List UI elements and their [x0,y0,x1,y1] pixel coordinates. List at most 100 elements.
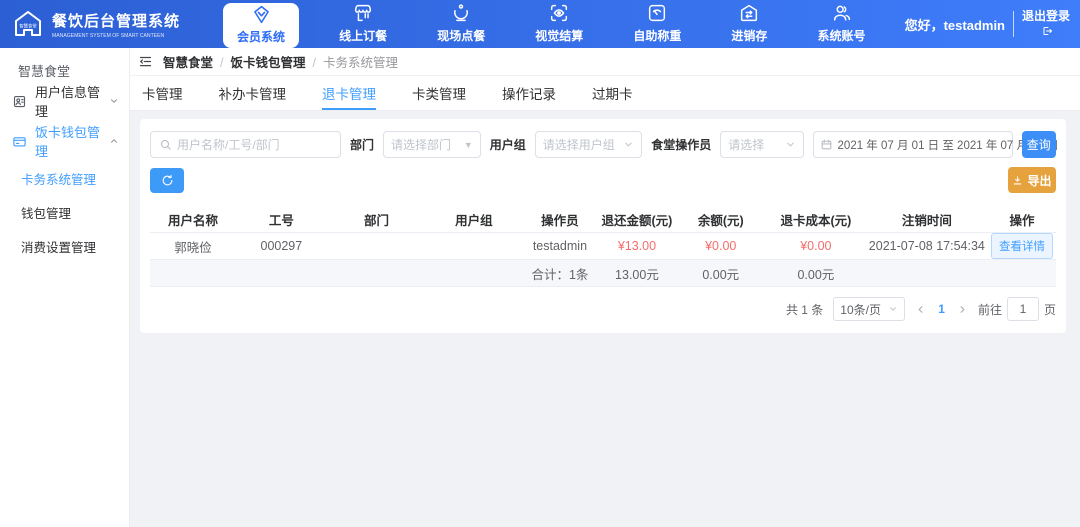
tab-expired-card[interactable]: 过期卡 [592,76,633,110]
sidebar-section-title: 智慧食堂 [0,48,129,81]
app-logo: 智慧食堂 餐饮后台管理系统 MANAGEMENT SYSTEM OF SMART… [0,8,208,40]
nav-item-member[interactable]: 会员系统 [223,3,299,48]
content-card: 部门 请选择部门 ▼ 用户组 请选择用户组 食堂操作员 请选择 [140,119,1066,333]
goto-page: 前往 页 [978,297,1056,321]
sidebar: 智慧食堂 用户信息管理 饭卡钱包管理 卡务系 [0,48,130,527]
nav-item-onsite-order[interactable]: 现场点餐 [427,0,495,48]
cell-operator: testadmin [521,239,598,253]
breadcrumb-item[interactable]: 饭卡钱包管理 [213,52,306,71]
goto-page-input[interactable] [1007,297,1039,321]
col-header: 注销时间 [866,210,988,229]
wallet-card-icon [12,134,27,149]
canteen-logo-icon: 智慧食堂 [12,8,44,40]
filter-row: 部门 请选择部门 ▼ 用户组 请选择用户组 食堂操作员 请选择 [150,131,1056,158]
main-area: 智慧食堂 饭卡钱包管理 卡务系统管理 卡管理 补办卡管理 退卡管理 卡类管理 操… [130,48,1080,527]
summary-cost: 0.00元 [766,264,866,283]
col-header: 退还金额(元) [598,210,675,229]
search-icon [159,138,172,151]
search-input[interactable] [177,138,332,152]
group-select[interactable]: 请选择用户组 [535,131,642,158]
sidebar-sub-label: 钱包管理 [21,203,71,222]
gem-icon [251,5,272,25]
menu-fold-icon[interactable] [138,54,153,69]
summary-refund: 13.00元 [598,264,675,283]
goto-label: 前往 [978,301,1002,318]
sidebar-sub-label: 卡务系统管理 [21,169,96,188]
user-area: 您好，testadmin 退出登录 [905,9,1080,39]
view-detail-button[interactable]: 查看详情 [991,233,1053,259]
sidebar-sub-consume-settings[interactable]: 消费设置管理 [0,229,129,263]
scale-icon [646,4,668,24]
sidebar-item-label: 用户信息管理 [35,82,109,120]
user-card-icon [12,94,27,109]
operator-select[interactable]: 请选择 [720,131,803,158]
page-size-select[interactable]: 10条/页 [833,297,905,321]
query-button[interactable]: 查询 [1022,131,1056,158]
nav-label: 视觉结算 [535,27,583,44]
warehouse-transfer-icon [738,4,760,24]
total-count: 共 1 条 [786,301,823,318]
top-header: 智慧食堂 餐饮后台管理系统 MANAGEMENT SYSTEM OF SMART… [0,0,1080,48]
dish-icon [450,4,472,24]
download-icon [1012,175,1023,186]
chevron-up-icon [109,136,119,146]
next-page-button[interactable] [957,304,968,315]
page-number-current[interactable]: 1 [936,302,947,316]
tab-card-type[interactable]: 卡类管理 [412,76,466,110]
nav-label: 自助称重 [633,27,681,44]
nav-item-self-weighing[interactable]: 自助称重 [623,0,691,48]
nav-item-inventory[interactable]: 进销存 [721,0,777,48]
breadcrumb: 智慧食堂 饭卡钱包管理 卡务系统管理 [130,48,1080,76]
dept-label: 部门 [350,136,374,153]
chevron-down-icon [888,304,898,314]
refresh-button[interactable] [150,168,184,193]
col-header: 操作 [988,210,1056,229]
pagination: 共 1 条 10条/页 1 前往 页 [150,297,1056,321]
sidebar-item-user-info[interactable]: 用户信息管理 [0,81,129,121]
nav-label: 进销存 [731,27,767,44]
sidebar-sub-card-system[interactable]: 卡务系统管理 [0,161,129,195]
col-header: 工号 [236,210,327,229]
toolbar-row: 导出 [150,167,1056,193]
cell-balance: ¥0.00 [675,239,766,253]
app-subtitle: MANAGEMENT SYSTEM OF SMART CANTEEN [52,33,164,38]
sidebar-item-card-wallet[interactable]: 饭卡钱包管理 [0,121,129,161]
col-header: 余额(元) [675,210,766,229]
prev-page-button[interactable] [915,304,926,315]
tab-reissue-card[interactable]: 补办卡管理 [219,76,287,110]
calendar-icon [820,138,833,151]
table-summary-row: 合计：1条 13.00元 0.00元 0.00元 [150,260,1056,287]
col-header: 部门 [327,210,427,229]
summary-label: 合计：1条 [521,264,598,283]
users-icon [831,4,853,24]
nav-label: 系统账号 [818,27,866,44]
page-suffix: 页 [1044,301,1056,318]
tab-operation-log[interactable]: 操作记录 [502,76,556,110]
storefront-icon [352,4,374,24]
tab-card-mgmt[interactable]: 卡管理 [142,76,183,110]
logout-button[interactable]: 退出登录 [1022,9,1070,39]
export-button[interactable]: 导出 [1008,167,1056,193]
top-nav: 会员系统 线上订餐 现场点餐 [208,0,891,48]
sidebar-item-label: 饭卡钱包管理 [35,122,109,160]
vision-scan-eye-icon [548,4,570,24]
nav-item-vision-checkout[interactable]: 视觉结算 [525,0,593,48]
breadcrumb-item[interactable]: 智慧食堂 [163,52,213,71]
nav-label: 现场点餐 [437,27,485,44]
cell-user-name: 郭晓俭 [150,237,236,256]
tab-refund-card[interactable]: 退卡管理 [322,76,376,110]
nav-item-account[interactable]: 系统账号 [808,0,876,48]
cell-card-cost: ¥0.00 [766,239,866,253]
sidebar-sub-wallet[interactable]: 钱包管理 [0,195,129,229]
chevron-down-icon [623,139,634,150]
divider [1013,11,1014,37]
logout-icon [1041,25,1053,37]
date-range-picker[interactable]: 2021 年 07 月 01 日 至 2021 年 07 月 08 日 [813,131,1013,158]
refund-table: 用户名称 工号 部门 用户组 操作员 退还金额(元) 余额(元) 退卡成本(元)… [150,206,1056,287]
dept-select[interactable]: 请选择部门 ▼ [383,131,481,158]
chevron-down-icon [109,96,119,106]
cell-emp-no: 000297 [236,239,327,253]
nav-item-online-order[interactable]: 线上订餐 [329,0,397,48]
content-area: 部门 请选择部门 ▼ 用户组 请选择用户组 食堂操作员 请选择 [130,111,1080,527]
logo-badge-text: 智慧食堂 [19,22,36,28]
